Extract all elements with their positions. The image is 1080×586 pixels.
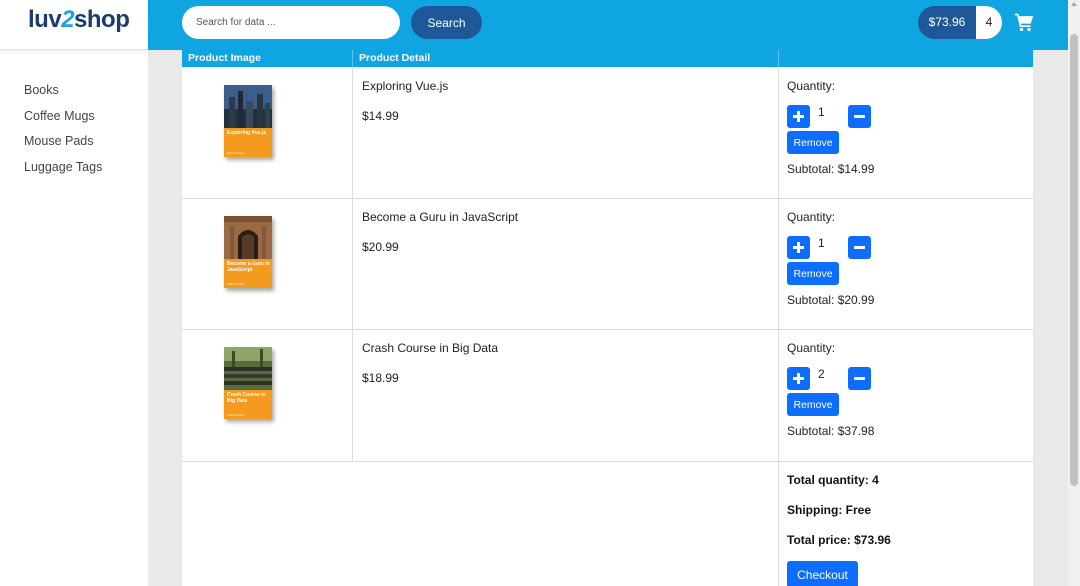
header-divider [778,50,779,67]
book-photo [224,347,272,390]
book-cover-title: Exploring Vue.js [227,130,266,136]
book-photo [224,85,272,128]
quantity-value: 1 [818,236,825,250]
book-cover-author: Author Name [227,282,245,286]
shipping-info: Shipping: Free [787,503,871,517]
product-name: Crash Course in Big Data [362,341,499,355]
page-scrollbar[interactable] [1068,0,1080,586]
product-price: $20.99 [362,240,399,254]
decrement-quantity-button[interactable] [848,236,871,259]
quantity-label: Quantity: [787,79,836,93]
item-subtotal: Subtotal: $14.99 [787,162,875,176]
book-cover-band: Exploring Vue.js Author Name [224,128,272,157]
table-header: Product Image Product Detail [182,50,1033,67]
increment-quantity-button[interactable] [787,236,810,259]
column-header-product-image: Product Image [188,52,261,64]
remove-button[interactable]: Remove [787,393,839,416]
table-row: Crash Course in Big Data Author Name Cra… [182,329,1033,460]
item-subtotal: Subtotal: $20.99 [787,293,875,307]
book-cover-author: Author Name [227,413,245,417]
book-cover-title: Become a Guru in JavaScript [227,261,270,273]
product-name: Become a Guru in JavaScript [362,210,519,224]
header-divider [352,50,353,67]
column-header-product-detail: Product Detail [359,52,431,64]
product-name: Exploring Vue.js [362,79,449,93]
scrollbar-thumb[interactable] [1070,34,1078,486]
product-price: $14.99 [362,109,399,123]
top-header: Search $73.96 4 [148,0,1068,50]
book-cover-band: Become a Guru in JavaScript Author Name [224,259,272,288]
increment-quantity-button[interactable] [787,105,810,128]
table-row: Exploring Vue.js Author Name Exploring V… [182,67,1033,198]
quantity-value: 2 [818,367,825,381]
cart-status[interactable]: $73.96 4 [918,6,1002,39]
decrement-quantity-button[interactable] [848,367,871,390]
sidebar-item-luggage-tags[interactable]: Luggage Tags [24,159,102,185]
total-price: Total price: $73.96 [787,533,891,547]
sidebar-item-mouse-pads[interactable]: Mouse Pads [24,133,102,159]
quantity-label: Quantity: [787,341,836,355]
increment-quantity-button[interactable] [787,367,810,390]
total-quantity: Total quantity: 4 [787,473,879,487]
logo-text-prefix: luv [28,6,62,33]
product-price: $18.99 [362,371,399,385]
logo-text-suffix: shop [74,6,130,33]
checkout-button[interactable]: Checkout [787,561,858,586]
search-input[interactable] [182,6,400,39]
scroll-up-arrow-icon[interactable] [1071,2,1077,6]
sidebar-item-books[interactable]: Books [24,82,102,108]
cart-item-count: 4 [976,6,1002,39]
sidebar-item-coffee-mugs[interactable]: Coffee Mugs [24,108,102,134]
decrement-quantity-button[interactable] [848,105,871,128]
cart-total-price: $73.96 [918,6,976,39]
book-cover-author: Author Name [227,151,245,155]
row-divider [182,461,1033,462]
product-image: Become a Guru in JavaScript Author Name [224,216,272,288]
search-button[interactable]: Search [411,6,482,39]
logo-area[interactable]: luv2shop [0,0,148,50]
cart-table: Product Image Product Detail Exploring V… [182,50,1033,586]
table-row: Become a Guru in JavaScript Author Name … [182,198,1033,329]
quantity-value: 1 [818,105,825,119]
book-photo [224,216,272,259]
shopping-cart-icon[interactable] [1014,12,1034,32]
remove-button[interactable]: Remove [787,131,839,154]
category-menu: Books Coffee Mugs Mouse Pads Luggage Tag… [24,82,102,184]
logo-text-two: 2 [61,6,75,33]
item-subtotal: Subtotal: $37.98 [787,424,875,438]
sidebar: luv2shop Books Coffee Mugs Mouse Pads Lu… [0,0,148,586]
quantity-label: Quantity: [787,210,836,224]
brand-logo[interactable]: luv2shop [28,6,130,34]
product-image: Crash Course in Big Data Author Name [224,347,272,419]
product-image: Exploring Vue.js Author Name [224,85,272,157]
remove-button[interactable]: Remove [787,262,839,285]
book-cover-band: Crash Course in Big Data Author Name [224,390,272,419]
book-cover-title: Crash Course in Big Data [227,392,266,404]
